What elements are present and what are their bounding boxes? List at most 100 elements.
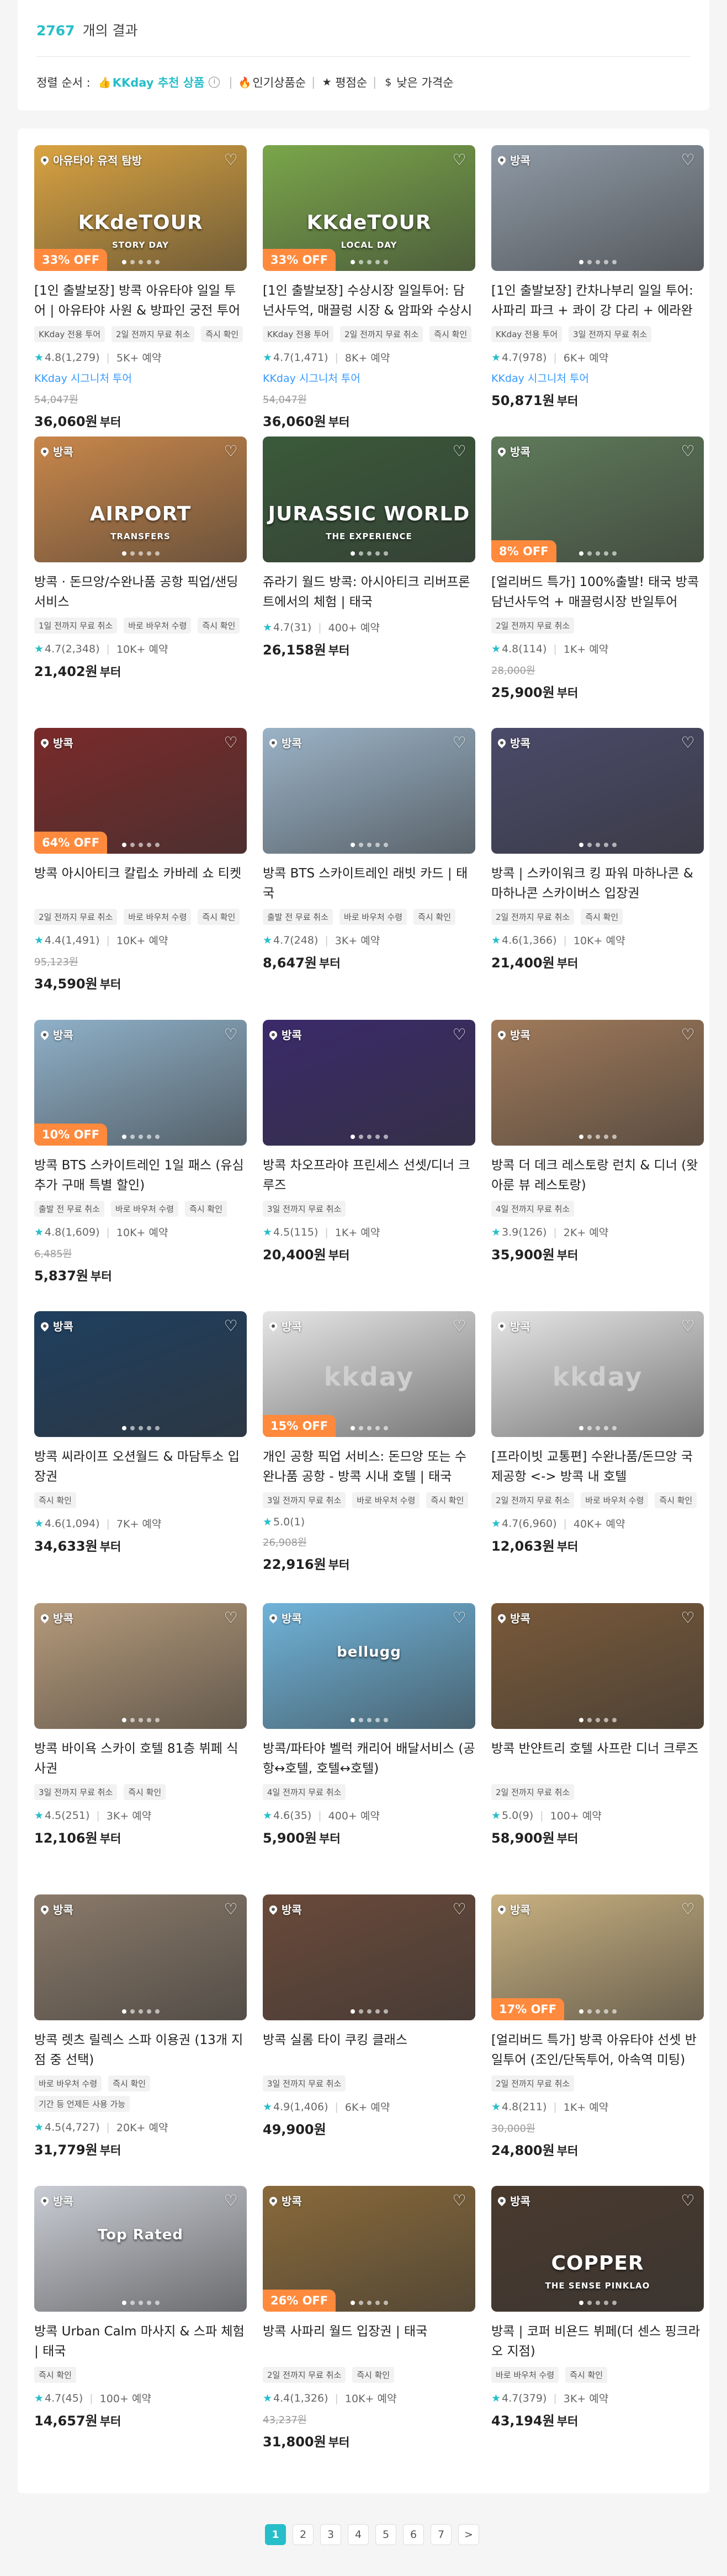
product-title[interactable]: 방콕 반얀트리 호텔 사프란 디너 크루즈 [491,1739,704,1779]
sort-option-popular[interactable]: 🔥 인기상품순 [238,74,306,91]
product-title[interactable]: [얼리버드 특가] 방콕 아유타야 선셋 반일투어 (조인/단독투어, 아속역 … [491,2030,704,2070]
product-image[interactable]: 방콕 ♡ 64% OFF [34,728,247,854]
product-title[interactable]: [프라이빗 교통편] 수완나품/돈므앙 국제공항 <-> 방콕 내 호텔 [491,1447,704,1487]
product-card[interactable]: 방콕 ♡ 64% OFF 방콕 아시아티크 칼립소 카바레 쇼 티켓 2일 전까지 무료… [34,728,247,992]
sort-option-recommended[interactable]: 👍 KKday 추천 상품 i [98,74,224,91]
sort-option-rating[interactable]: ★ 평점순 [321,74,368,91]
pagination-page-button[interactable]: 4 [348,2524,369,2545]
product-title[interactable]: 방콕 바이욕 스카이 호텔 81층 뷔페 식사권 [34,1739,247,1779]
info-icon[interactable]: i [209,77,220,88]
wishlist-heart-icon[interactable]: ♡ [222,2192,239,2209]
wishlist-heart-icon[interactable]: ♡ [680,735,696,751]
product-title[interactable]: [1인 출발보장] 방콕 아유타야 일일 투어 | 아유타야 사원 & 방파인 … [34,281,247,321]
product-card[interactable]: 방콕 ♡ 방콕 렛츠 릴렉스 스파 이용권 (13개 지점 중 선택) 바로 바우처 … [34,1894,247,2158]
product-title[interactable]: 방콕 | 코퍼 비욘드 뷔페(더 센스 핑크라오 지점) [491,2322,704,2361]
product-image[interactable]: kkday 방콕 ♡ 15% OFF [263,1311,475,1437]
pagination-page-button[interactable]: 7 [431,2524,452,2545]
wishlist-heart-icon[interactable]: ♡ [451,152,468,168]
wishlist-heart-icon[interactable]: ♡ [451,2192,468,2209]
product-image[interactable]: JURASSIC WORLD THE EXPERIENCE ♡ [263,437,475,562]
pagination-page-button[interactable]: 3 [320,2524,341,2545]
wishlist-heart-icon[interactable]: ♡ [222,1318,239,1334]
product-card[interactable]: 방콕 ♡ 방콕 | 스카이워크 킹 파워 마하나콘 & 마하나콘 스카이버스 입장권… [491,728,704,971]
sort-option-low-price[interactable]: $ 낮은 가격순 [382,74,453,91]
wishlist-heart-icon[interactable]: ♡ [680,1610,696,1626]
product-card[interactable]: 방콕 ♡ 방콕 차오프라야 프린세스 선셋/디너 크루즈 3일 전까지 무료 취소 ★ 4… [263,1020,475,1263]
product-title[interactable]: 방콕 · 돈므앙/수완나품 공항 픽업/샌딩 서비스 [34,572,247,612]
product-card[interactable]: kkday 방콕 ♡ 15% OFF 개인 공항 픽업 서비스: 돈므앙 또는 수완나품… [263,1311,475,1573]
wishlist-heart-icon[interactable]: ♡ [680,152,696,168]
wishlist-heart-icon[interactable]: ♡ [222,1901,239,1918]
product-card[interactable]: 방콕 ♡ 방콕 더 데크 레스토랑 런치 & 디너 (왓아룬 뷰 레스토랑) 4일 전… [491,1020,704,1263]
product-title[interactable]: 개인 공항 픽업 서비스: 돈므앙 또는 수완나품 공항 - 방콕 시내 호텔 … [263,1447,475,1487]
product-title[interactable]: 쥬라기 월드 방콕: 아시아티크 리버프론트에서의 체험 | 태국 [263,572,475,612]
product-card[interactable]: Top Rated 방콕 ♡ 방콕 Urban Calm 마사지 & 스파 체험 | … [34,2186,247,2429]
wishlist-heart-icon[interactable]: ♡ [451,1318,468,1334]
product-card[interactable]: 방콕 ♡ 8% OFF [얼리버드 특가] 100%출발! 태국 방콕 담넌사두억 +… [491,437,704,701]
product-image[interactable]: 방콕 ♡ [491,145,704,271]
product-image[interactable]: 방콕 ♡ 17% OFF [491,1894,704,2020]
product-image[interactable]: 방콕 ♡ [34,1603,247,1729]
product-title[interactable]: 방콕 렛츠 릴렉스 스파 이용권 (13개 지점 중 선택) [34,2030,247,2070]
product-title[interactable]: 방콕 | 스카이워크 킹 파워 마하나콘 & 마하나콘 스카이버스 입장권 [491,864,704,903]
pagination-page-button[interactable]: 2 [293,2524,314,2545]
product-title[interactable]: [얼리버드 특가] 100%출발! 태국 방콕 담넌사두억 + 매끌렁시장 반일… [491,572,704,612]
product-image[interactable]: COPPER THE SENSE PINKLAO 방콕 ♡ [491,2186,704,2312]
product-card[interactable]: bellugg 방콕 ♡ 방콕/파타야 벨럭 캐리어 배달서비스 (공항↔호텔, 호텔… [263,1603,475,1846]
product-card[interactable]: 방콕 ♡ 10% OFF 방콕 BTS 스카이트레인 1일 패스 (유심 추가 구매 … [34,1020,247,1284]
wishlist-heart-icon[interactable]: ♡ [680,2192,696,2209]
product-title[interactable]: 방콕 씨라이프 오션월드 & 마담투소 입장권 [34,1447,247,1487]
product-card[interactable]: AIRPORT TRANSFERS 방콕 ♡ 방콕 · 돈므앙/수완나품 공항 픽업/샌… [34,437,247,680]
product-image[interactable]: KKdeTOUR STORY DAY 아유타야 유적 탐방 ♡ 33% OFF [34,145,247,271]
product-title[interactable]: 방콕 실롬 타이 쿠킹 클래스 [263,2030,475,2070]
product-image[interactable]: 방콕 ♡ [263,1894,475,2020]
product-title[interactable]: [1인 출발보장] 수상시장 일일투어: 담넌사두억, 매끌렁 시장 & 암파와… [263,281,475,321]
product-title[interactable]: 방콕 BTS 스카이트레인 래빗 카드 | 태국 [263,864,475,903]
product-card[interactable]: 방콕 ♡ 방콕 바이욕 스카이 호텔 81층 뷔페 식사권 3일 전까지 무료 취소 즉… [34,1603,247,1846]
product-image[interactable]: 방콕 ♡ 26% OFF [263,2186,475,2312]
product-title[interactable]: 방콕 BTS 스카이트레인 1일 패스 (유심 추가 구매 특별 할인) [34,1156,247,1195]
wishlist-heart-icon[interactable]: ♡ [451,1026,468,1043]
product-card[interactable]: KKdeTOUR STORY DAY 아유타야 유적 탐방 ♡ 33% OFF [1인 출… [34,145,247,430]
product-card[interactable]: 방콕 ♡ 방콕 반얀트리 호텔 사프란 디너 크루즈 2일 전까지 무료 취소 ★ 5.0… [491,1603,704,1846]
product-image[interactable]: 방콕 ♡ 8% OFF [491,437,704,562]
product-image[interactable]: KKdeTOUR LOCAL DAY ♡ 33% OFF [263,145,475,271]
product-image[interactable]: 방콕 ♡ [491,728,704,854]
product-image[interactable]: 방콕 ♡ [34,1894,247,2020]
pagination-page-button[interactable]: 1 [265,2524,286,2545]
wishlist-heart-icon[interactable]: ♡ [222,1610,239,1626]
product-image[interactable]: 방콕 ♡ [34,1311,247,1437]
wishlist-heart-icon[interactable]: ♡ [680,1901,696,1918]
product-title[interactable]: 방콕 차오프라야 프린세스 선셋/디너 크루즈 [263,1156,475,1195]
product-card[interactable]: 방콕 ♡ 방콕 씨라이프 오션월드 & 마담투소 입장권 즉시 확인 ★ 4.6(1,09… [34,1311,247,1555]
wishlist-heart-icon[interactable]: ♡ [222,1026,239,1043]
product-card[interactable]: KKdeTOUR LOCAL DAY ♡ 33% OFF [1인 출발보장] 수상시장 … [263,145,475,430]
wishlist-heart-icon[interactable]: ♡ [451,443,468,460]
product-card[interactable]: 방콕 ♡ [1인 출발보장] 칸차나부리 일일 투어: 사파리 파크 + 콰이 강 … [491,145,704,409]
wishlist-heart-icon[interactable]: ♡ [451,735,468,751]
product-image[interactable]: 방콕 ♡ [263,1020,475,1146]
wishlist-heart-icon[interactable]: ♡ [222,152,239,168]
product-title[interactable]: 방콕/파타야 벨럭 캐리어 배달서비스 (공항↔호텔, 호텔↔호텔) [263,1739,475,1779]
product-title[interactable]: [1인 출발보장] 칸차나부리 일일 투어: 사파리 파크 + 콰이 강 다리 … [491,281,704,321]
product-card[interactable]: 방콕 ♡ 방콕 실롬 타이 쿠킹 클래스 3일 전까지 무료 취소 ★ 4.9(1,406… [263,1894,475,2138]
wishlist-heart-icon[interactable]: ♡ [222,443,239,460]
product-title[interactable]: 방콕 아시아티크 칼립소 카바레 쇼 티켓 [34,864,247,903]
wishlist-heart-icon[interactable]: ♡ [680,1026,696,1043]
pagination-page-button[interactable]: 6 [403,2524,424,2545]
wishlist-heart-icon[interactable]: ♡ [222,735,239,751]
wishlist-heart-icon[interactable]: ♡ [680,443,696,460]
product-title[interactable]: 방콕 더 데크 레스토랑 런치 & 디너 (왓아룬 뷰 레스토랑) [491,1156,704,1195]
product-card[interactable]: JURASSIC WORLD THE EXPERIENCE ♡ 쥬라기 월드 방콕: … [263,437,475,658]
product-image[interactable]: bellugg 방콕 ♡ [263,1603,475,1729]
product-image[interactable]: 방콕 ♡ [491,1020,704,1146]
product-card[interactable]: 방콕 ♡ 17% OFF [얼리버드 특가] 방콕 아유타야 선셋 반일투어 (조인/… [491,1894,704,2159]
wishlist-heart-icon[interactable]: ♡ [451,1901,468,1918]
product-card[interactable]: 방콕 ♡ 방콕 BTS 스카이트레인 래빗 카드 | 태국 출발 전 무료 취소 바로 … [263,728,475,971]
product-image[interactable]: 방콕 ♡ 10% OFF [34,1020,247,1146]
product-image[interactable]: AIRPORT TRANSFERS 방콕 ♡ [34,437,247,562]
product-image[interactable]: Top Rated 방콕 ♡ [34,2186,247,2312]
product-image[interactable]: 방콕 ♡ [491,1603,704,1729]
product-image[interactable]: 방콕 ♡ [263,728,475,854]
wishlist-heart-icon[interactable]: ♡ [680,1318,696,1334]
